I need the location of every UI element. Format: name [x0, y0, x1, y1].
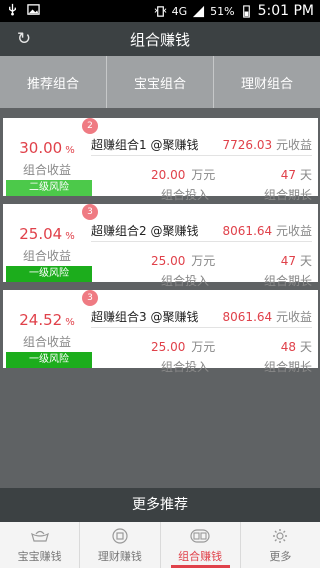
tab-wealth[interactable]: 理财组合	[214, 56, 320, 108]
investment-amount: 25.00 万元	[151, 340, 216, 354]
tab-recommended[interactable]: 推荐组合	[0, 56, 107, 108]
network-type: 4G	[171, 4, 188, 18]
risk-level-badge: 一级风险	[6, 266, 92, 282]
return-rate: 24.52%	[19, 311, 75, 329]
nav-wealth[interactable]: 理财赚钱	[80, 522, 161, 568]
expected-income: 8061.64 元收益	[222, 224, 312, 238]
portfolio-card[interactable]: 2 30.00% 组合收益 二级风险 超赚组合1 @聚赚钱 7726.03 元收…	[3, 118, 318, 202]
duration-label: 组合期长	[263, 188, 312, 202]
investment-amount-label: 组合投入	[161, 274, 210, 288]
signal-icon	[193, 5, 205, 17]
battery-percent: 51%	[210, 4, 235, 18]
rank-badge: 2	[82, 118, 98, 134]
nav-label: 宝宝赚钱	[17, 550, 62, 563]
divider	[91, 155, 312, 156]
duration: 48 天	[280, 340, 312, 354]
rank-badge: 3	[82, 204, 98, 220]
expected-income: 7726.03 元收益	[222, 138, 312, 152]
return-rate-label: 组合收益	[22, 335, 71, 349]
expected-income: 8061.64 元收益	[222, 310, 312, 324]
return-rate: 30.00%	[19, 139, 75, 157]
risk-level-badge: 一级风险	[6, 352, 92, 368]
status-bar: 4G 51% 5:01 PM	[0, 0, 320, 22]
vibrate-icon	[154, 5, 166, 17]
divider	[91, 327, 312, 328]
page-title: 组合赚钱	[129, 31, 190, 49]
tab-baobao[interactable]: 宝宝组合	[107, 56, 214, 108]
usb-icon	[9, 3, 16, 16]
nav-label: 更多	[269, 550, 292, 563]
duration: 47 天	[280, 254, 312, 268]
nav-baobao[interactable]: 宝宝赚钱	[0, 522, 81, 568]
rank-badge: 3	[82, 290, 98, 306]
investment-amount-label: 组合投入	[161, 188, 210, 202]
battery-icon	[242, 4, 250, 18]
coin-icon	[112, 528, 128, 544]
investment-amount: 20.00 万元	[151, 168, 216, 182]
ingot-icon	[30, 530, 49, 542]
portfolio-name: 超赚组合2 @聚赚钱	[91, 224, 199, 238]
risk-level-badge: 二级风险	[6, 180, 92, 196]
nav-more[interactable]: 更多	[241, 522, 320, 568]
app-header: ↻ 组合赚钱	[0, 22, 320, 56]
bottom-nav: 宝宝赚钱 理财赚钱 组合赚钱 更多	[0, 522, 320, 568]
duration-label: 组合期长	[263, 274, 312, 288]
portfolio-card[interactable]: 3 24.52% 组合收益 一级风险 超赚组合3 @聚赚钱 8061.64 元收…	[3, 290, 318, 374]
gear-icon	[273, 529, 288, 543]
clock: 5:01 PM	[257, 3, 314, 19]
divider	[91, 241, 312, 242]
return-rate-label: 组合收益	[22, 163, 71, 177]
image-icon	[27, 4, 40, 15]
portfolio-name: 超赚组合3 @聚赚钱	[91, 310, 199, 324]
investment-amount-label: 组合投入	[161, 360, 210, 374]
portfolio-card[interactable]: 3 25.04% 组合收益 一级风险 超赚组合2 @聚赚钱 8061.64 元收…	[3, 204, 318, 288]
duration: 47 天	[280, 168, 312, 182]
return-rate-label: 组合收益	[22, 249, 71, 263]
nav-portfolio[interactable]: 组合赚钱	[161, 522, 241, 568]
duration-label: 组合期长	[263, 360, 312, 374]
nav-label: 组合赚钱	[178, 550, 223, 563]
return-rate: 25.04%	[19, 225, 75, 243]
more-recommendations-button[interactable]: 更多推荐	[0, 488, 320, 522]
investment-amount: 25.00 万元	[151, 254, 216, 268]
coins-icon	[190, 529, 210, 543]
nav-label: 理财赚钱	[97, 550, 142, 563]
category-tabs: 推荐组合 宝宝组合 理财组合	[0, 56, 320, 108]
portfolio-name: 超赚组合1 @聚赚钱	[91, 138, 199, 152]
